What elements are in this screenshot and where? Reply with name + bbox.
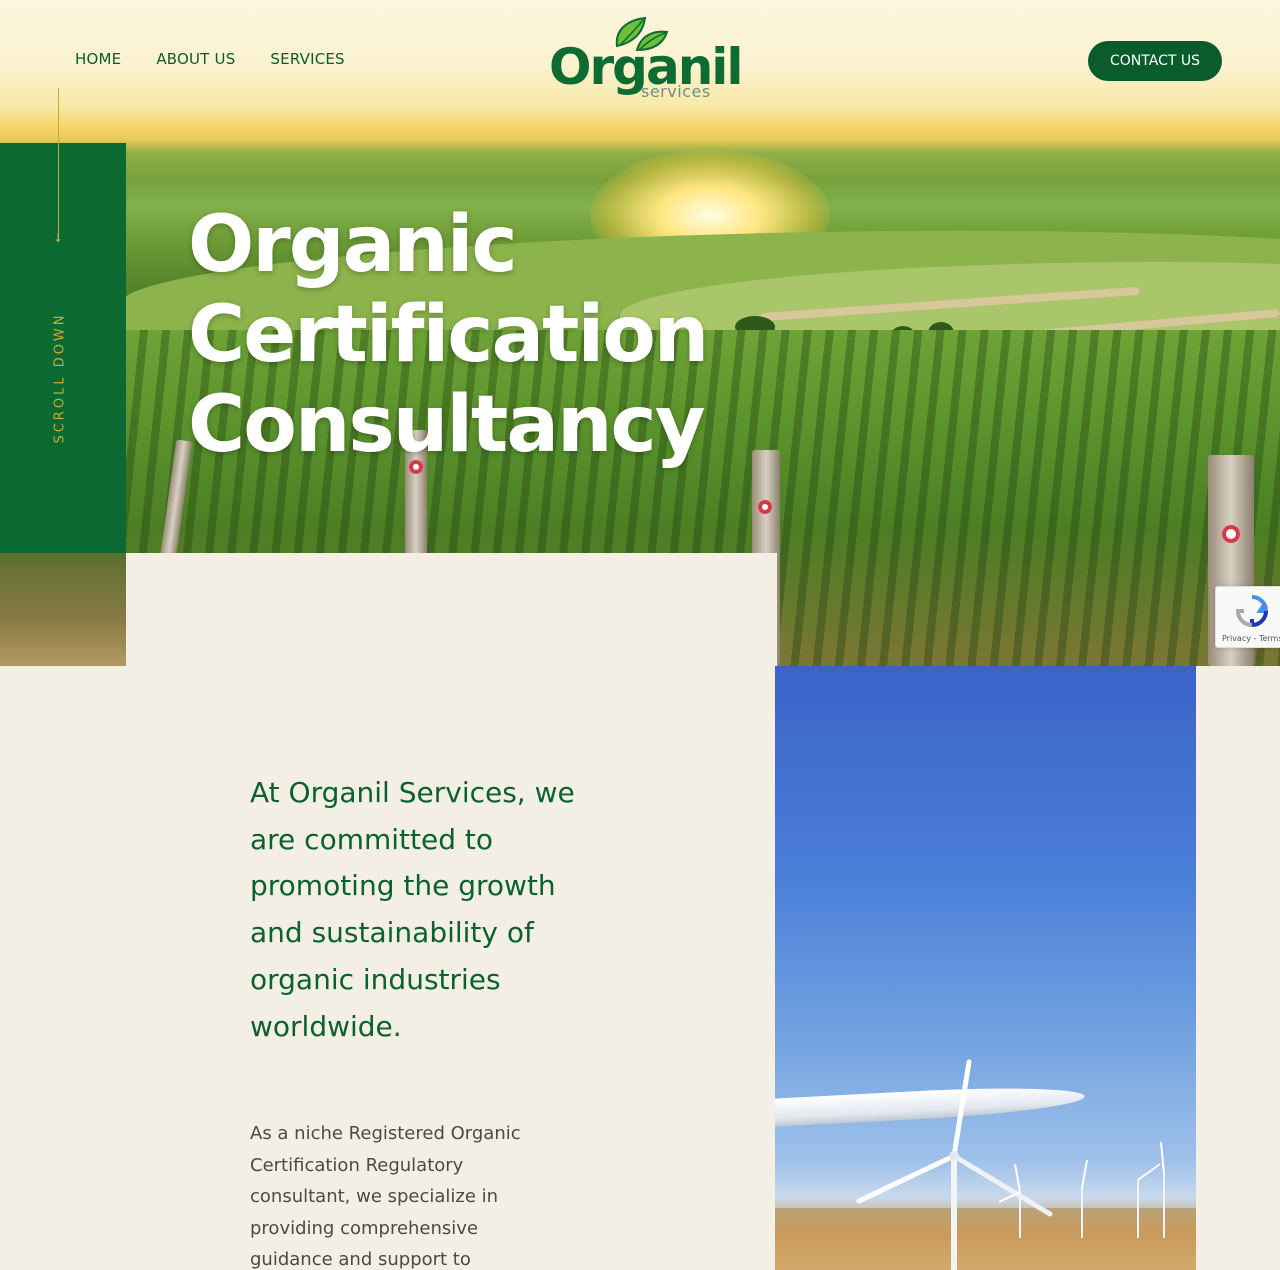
intro-lead: At Organil Services, we are committed to… (250, 776, 575, 1043)
nav-home-link[interactable]: HOME (75, 50, 121, 68)
wind-turbine-icon (856, 1059, 1165, 1270)
intro-body: As a niche Registered Organic Certificat… (250, 1123, 521, 1270)
recaptcha-links[interactable]: Privacy - Terms (1222, 634, 1280, 643)
organil-logo[interactable]: Organil services (549, 16, 744, 102)
hero-title-line: Certification (188, 290, 709, 380)
nav-about-link[interactable]: ABOUT US (156, 50, 235, 68)
nav-services-link[interactable]: SERVICES (270, 50, 344, 68)
recaptcha-icon (1235, 595, 1269, 628)
scroll-line (58, 88, 59, 240)
hero-image-strip (0, 553, 126, 666)
hero-title: Organic Certification Consultancy (188, 200, 788, 470)
hero-title-line: Organic (188, 200, 518, 290)
intro-section: At Organil Services, we are committed to… (0, 666, 1280, 1270)
hero-title-line: Consultancy (188, 380, 706, 470)
cream-overlap-block (126, 553, 777, 666)
scroll-down-label[interactable]: SCROLL DOWN (53, 312, 68, 443)
contact-us-button[interactable]: CONTACT US (1088, 41, 1222, 81)
wind-turbine-image (775, 666, 1196, 1270)
arrow-down-icon[interactable]: ↓ (53, 232, 63, 244)
main-nav: HOME ABOUT US SERVICES (75, 50, 345, 68)
recaptcha-badge[interactable]: Privacy - Terms (1215, 586, 1280, 648)
logo-subtitle: services (641, 82, 711, 101)
